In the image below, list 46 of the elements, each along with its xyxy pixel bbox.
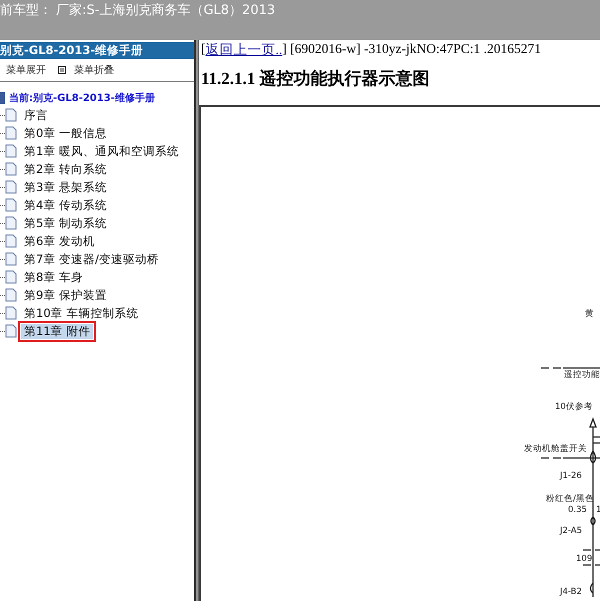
diagram-label: J4-B2 bbox=[560, 587, 582, 597]
list-icon bbox=[58, 66, 66, 74]
tree-item[interactable]: 序言 bbox=[21, 108, 51, 122]
diagram-label: 109 bbox=[576, 554, 592, 564]
tree-item[interactable]: 第0章 一般信息 bbox=[21, 126, 110, 140]
document-icon bbox=[5, 198, 17, 212]
document-icon bbox=[5, 144, 17, 158]
document-icon bbox=[5, 162, 17, 176]
diagram-label: 发动机舱盖开关 bbox=[524, 444, 587, 454]
sidebar-header: 别克-GL8-2013-维修手册 bbox=[0, 42, 194, 59]
diagram-label: 10伏参考 bbox=[555, 402, 593, 412]
diagram-label: J1-26 bbox=[560, 471, 582, 481]
document-icon bbox=[5, 270, 17, 284]
document-icon bbox=[5, 288, 17, 302]
document-icon bbox=[5, 126, 17, 140]
tree-item[interactable]: 第1章 暖风、通风和空调系统 bbox=[21, 144, 182, 158]
document-icon bbox=[5, 252, 17, 266]
tree-item[interactable]: 第9章 保护装置 bbox=[21, 288, 110, 302]
document-icon bbox=[5, 108, 17, 122]
tree-item[interactable]: 第3章 悬架系统 bbox=[21, 180, 110, 194]
document-icon bbox=[5, 234, 17, 248]
tree-item[interactable]: 第6章 发动机 bbox=[21, 234, 98, 248]
document-icon bbox=[5, 180, 17, 194]
document-meta: ] [6902016-w] -310yz-jkNO:47PC:1 .20165271 bbox=[282, 41, 541, 58]
document-icon bbox=[5, 216, 17, 230]
expand-menu-button[interactable]: 菜单展开 bbox=[6, 63, 46, 77]
tree-item[interactable]: 第4章 传动系统 bbox=[21, 198, 110, 212]
tree-item[interactable]: 第7章 变速器/变速驱动桥 bbox=[21, 252, 162, 266]
document-icon bbox=[5, 324, 17, 338]
book-icon bbox=[0, 92, 5, 104]
tree-root[interactable]: 当前:别克-GL8-2013-维修手册 bbox=[9, 91, 155, 105]
diagram-label: 遥控功能 bbox=[564, 370, 600, 380]
tree-item[interactable]: 第2章 转向系统 bbox=[21, 162, 110, 176]
tree-item[interactable]: 第8章 车身 bbox=[21, 270, 86, 284]
section-heading: 11.2.1.1 遥控功能执行器示意图 bbox=[200, 68, 431, 90]
collapse-menu-button[interactable]: 菜单折叠 bbox=[58, 63, 114, 77]
diagram-label: J2-A5 bbox=[560, 526, 582, 536]
tree-item[interactable]: 第10章 车辆控制系统 bbox=[21, 306, 142, 320]
document-icon bbox=[5, 306, 17, 320]
tree-item[interactable]: 第5章 制动系统 bbox=[21, 216, 110, 230]
back-link[interactable]: 返回上一页.. bbox=[206, 41, 282, 59]
tree-item[interactable]: 第11章 附件 bbox=[21, 324, 94, 338]
diagram-label: 黄 bbox=[585, 309, 594, 319]
window-title: 前车型： 厂家:S-上海别克商务车（GL8）2013 bbox=[0, 0, 600, 40]
diagram-label: 0.35 bbox=[568, 505, 587, 515]
bracket: [ bbox=[201, 41, 206, 58]
